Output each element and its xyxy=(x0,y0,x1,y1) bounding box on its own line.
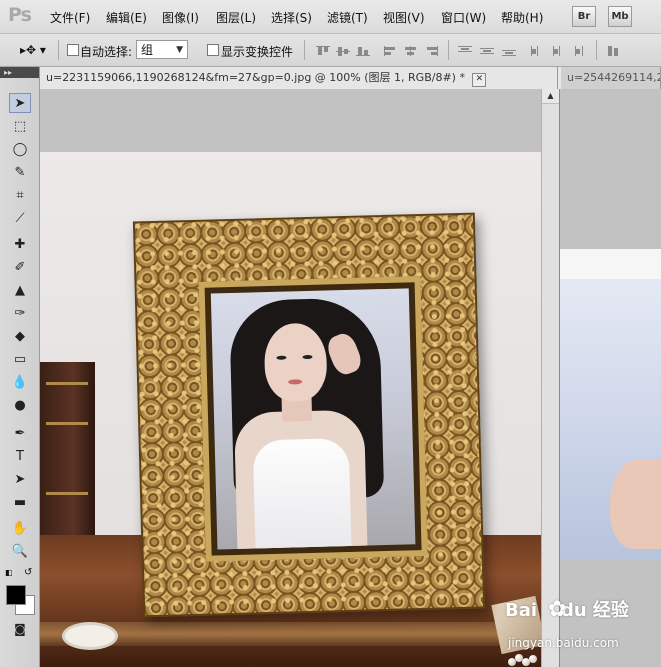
chevron-down-icon: ▼ xyxy=(176,45,183,55)
separator xyxy=(596,40,597,60)
crop-tool-icon[interactable]: ⌗ xyxy=(9,186,31,206)
brush-tool-icon[interactable]: ✐ xyxy=(9,258,31,278)
distribute-horizontal-center-icon[interactable] xyxy=(550,46,564,56)
vertical-scrollbar[interactable]: ▲ xyxy=(541,89,559,667)
menu-file[interactable]: 文件(F) xyxy=(50,9,90,26)
align-top-icon[interactable] xyxy=(316,46,330,56)
align-right-icon[interactable] xyxy=(424,46,438,56)
picture-frame-image xyxy=(132,212,486,618)
pen-tool-icon[interactable]: ✒ xyxy=(9,424,31,444)
photoshop-logo: Ps xyxy=(8,4,32,26)
menu-select[interactable]: 选择(S) xyxy=(271,9,312,26)
healing-brush-tool-icon[interactable]: ✚ xyxy=(9,235,31,255)
gradient-tool-icon[interactable]: ▭ xyxy=(9,350,31,370)
auto-align-layers-icon[interactable] xyxy=(606,46,620,56)
document-1-title: u=2231159066,1190268124&fm=27&gp=0.jpg @… xyxy=(46,71,465,84)
tools-panel: ▸▸ ➤ ⬚ ◯ ✎ ⌗ ⟋ ✚ ✐ ▲ ✑ ◆ ▭ 💧 ● ✒ T ➤ ▬ ✋… xyxy=(0,67,40,667)
baidu-watermark: Bai du 经验 xyxy=(505,600,629,621)
panel-collapse-icon[interactable]: ▸▸ xyxy=(0,67,39,78)
dodge-tool-icon[interactable]: ● xyxy=(9,396,31,416)
align-bottom-icon[interactable] xyxy=(356,46,370,56)
clone-stamp-tool-icon[interactable]: ▲ xyxy=(9,281,31,301)
portrait-image xyxy=(210,288,416,550)
eyedropper-tool-icon[interactable]: ⟋ xyxy=(9,209,31,229)
photo-image xyxy=(40,152,541,667)
document-canvas-2[interactable] xyxy=(559,89,661,667)
menu-window[interactable]: 窗口(W) xyxy=(441,9,486,26)
move-tool-preset-icon[interactable]: ▸✥ ▾ xyxy=(20,43,46,57)
pearls-image xyxy=(508,652,538,667)
auto-select-label: 自动选择: xyxy=(80,45,133,59)
zoom-tool-icon[interactable]: 🔍 xyxy=(9,542,31,562)
marquee-tool-icon[interactable]: ⬚ xyxy=(9,117,31,137)
distribute-bottom-icon[interactable] xyxy=(502,46,516,56)
blur-tool-icon[interactable]: 💧 xyxy=(9,373,31,393)
path-selection-tool-icon[interactable]: ➤ xyxy=(9,470,31,490)
menu-image[interactable]: 图像(I) xyxy=(162,9,199,26)
foreground-color-swatch[interactable] xyxy=(6,585,26,605)
auto-select-checkbox[interactable] xyxy=(67,44,79,56)
swap-colors-icon[interactable]: ↺ xyxy=(24,567,32,578)
menu-edit[interactable]: 编辑(E) xyxy=(106,9,147,26)
hand-tool-icon[interactable]: ✋ xyxy=(9,519,31,539)
quick-mask-icon[interactable]: ◙ xyxy=(9,619,31,639)
watch-image xyxy=(62,622,118,650)
align-left-icon[interactable] xyxy=(384,46,398,56)
baidu-paw-icon: ✿ xyxy=(548,597,567,622)
mini-bridge-button[interactable]: Mb xyxy=(608,6,632,27)
distribute-left-icon[interactable] xyxy=(530,46,544,56)
menu-filter[interactable]: 滤镜(T) xyxy=(327,9,368,26)
book-image xyxy=(40,362,95,542)
menu-view[interactable]: 视图(V) xyxy=(383,9,425,26)
menu-bar: Ps 文件(F) 编辑(E) 图像(I) 图层(L) 选择(S) 滤镜(T) 视… xyxy=(0,0,661,34)
distribute-vertical-center-icon[interactable] xyxy=(480,46,494,56)
menu-layer[interactable]: 图层(L) xyxy=(216,9,256,26)
default-colors-icon[interactable]: ◧ xyxy=(5,568,13,577)
auto-select-dropdown[interactable]: 组 ▼ xyxy=(136,40,188,59)
lasso-tool-icon[interactable]: ◯ xyxy=(9,140,31,160)
show-transform-label: 显示变换控件 xyxy=(221,45,294,59)
separator xyxy=(58,40,59,60)
distribute-top-icon[interactable] xyxy=(458,46,472,56)
separator xyxy=(304,40,305,60)
tab-document-2[interactable]: u=2544269114,27 xyxy=(561,67,661,89)
separator xyxy=(448,40,449,60)
document-canvas[interactable] xyxy=(40,89,541,667)
options-bar: ▸✥ ▾ 自动选择: 组 ▼ 显示变换控件 xyxy=(0,34,661,67)
history-brush-tool-icon[interactable]: ✑ xyxy=(9,304,31,324)
tab-document-1[interactable]: u=2231159066,1190268124&fm=27&gp=0.jpg @… xyxy=(40,67,558,89)
scroll-up-arrow-icon[interactable]: ▲ xyxy=(542,89,559,104)
rectangle-tool-icon[interactable]: ▬ xyxy=(9,493,31,513)
watermark-url: jingyan.baidu.com xyxy=(508,636,619,650)
quick-selection-tool-icon[interactable]: ✎ xyxy=(9,163,31,183)
show-transform-checkbox[interactable] xyxy=(207,44,219,56)
distribute-right-icon[interactable] xyxy=(570,46,584,56)
bridge-button[interactable]: Br xyxy=(572,6,596,27)
move-tool-icon[interactable]: ➤ xyxy=(9,93,31,113)
close-icon[interactable]: ✕ xyxy=(472,73,487,87)
eraser-tool-icon[interactable]: ◆ xyxy=(9,327,31,347)
align-horizontal-center-icon[interactable] xyxy=(404,46,418,56)
align-vertical-center-icon[interactable] xyxy=(336,46,350,56)
type-tool-icon[interactable]: T xyxy=(9,447,31,467)
document-2-title: u=2544269114,27 xyxy=(567,71,661,84)
menu-help[interactable]: 帮助(H) xyxy=(501,9,543,26)
frame-inner-border xyxy=(198,276,428,562)
auto-select-value: 组 xyxy=(141,43,154,57)
